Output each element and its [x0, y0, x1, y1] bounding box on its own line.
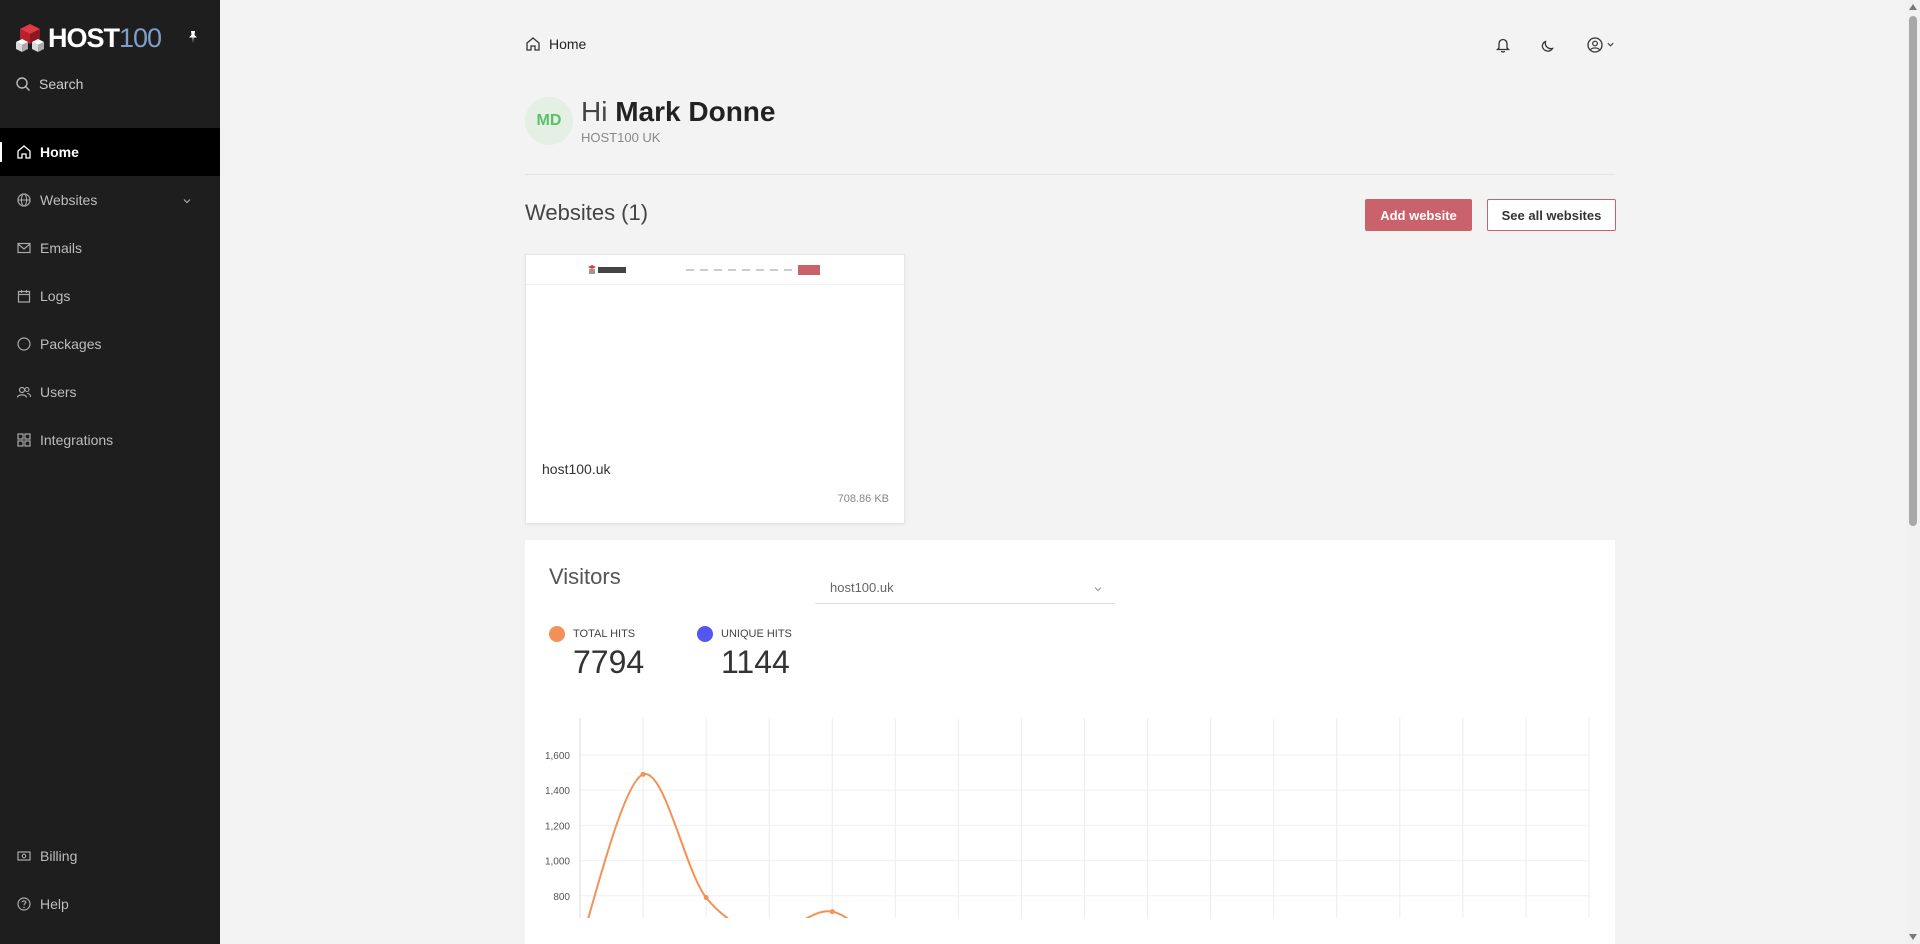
breadcrumb: Home	[525, 36, 586, 52]
unique-hits-label-row: UNIQUE HITS	[697, 626, 792, 642]
sidebar-item-logs[interactable]: Logs	[0, 272, 220, 320]
home-icon	[16, 144, 32, 160]
unique-hits-stat: UNIQUE HITS 1144	[697, 626, 792, 681]
calendar-icon	[16, 288, 32, 304]
sidebar-item-label: Websites	[40, 192, 98, 208]
scroll-thumb[interactable]	[1909, 16, 1917, 526]
chart-y-tick-label: 1,000	[545, 857, 570, 868]
help-icon	[16, 896, 32, 912]
sidebar-nav: Home Websites Emails Logs Packages Users…	[0, 128, 220, 464]
see-all-websites-button[interactable]: See all websites	[1487, 199, 1616, 231]
total-hits-dot[interactable]	[549, 626, 565, 642]
search-label: Search	[39, 76, 84, 92]
search-icon	[15, 76, 31, 92]
sidebar-item-emails[interactable]: Emails	[0, 224, 220, 272]
globe-icon	[16, 192, 32, 208]
visitors-chart: 1,6001,4001,2001,000800600	[545, 718, 1590, 918]
visitors-panel: Visitors host100.uk TOTAL HITS 7794 UNIQ…	[525, 540, 1615, 944]
sidebar-item-label: Billing	[40, 848, 78, 864]
sidebar: HOST100 Search Home Websites Emails Logs	[0, 0, 220, 944]
sidebar-item-websites[interactable]: Websites	[0, 176, 220, 224]
breadcrumb-home[interactable]: Home	[549, 36, 586, 52]
website-size: 708.86 KB	[837, 493, 889, 505]
sidebar-item-help[interactable]: Help	[0, 880, 220, 928]
user-menu[interactable]	[1586, 36, 1615, 54]
chart-point	[640, 771, 646, 777]
avatar[interactable]: MD	[525, 96, 573, 145]
sidebar-item-integrations[interactable]: Integrations	[0, 416, 220, 464]
chart-y-tick-label: 1,400	[545, 786, 570, 797]
total-hits-label-row: TOTAL HITS	[549, 626, 644, 642]
logo-cubes-icon[interactable]	[14, 22, 46, 54]
website-thumbnail	[526, 255, 904, 285]
total-hits-label: TOTAL HITS	[573, 628, 636, 640]
chart-point	[703, 895, 709, 901]
sidebar-bottom-nav: Billing Help	[0, 832, 220, 928]
sidebar-item-label: Help	[40, 896, 69, 912]
sidebar-item-label: Emails	[40, 240, 83, 256]
unique-hits-value: 1144	[721, 644, 790, 680]
billing-icon	[16, 848, 32, 864]
topbar: Home	[525, 36, 1615, 60]
sidebar-item-users[interactable]: Users	[0, 368, 220, 416]
website-card[interactable]: host100.uk 708.86 KB	[525, 254, 905, 524]
chevron-down-icon[interactable]	[182, 193, 192, 209]
greeting-text: Hi Mark Donne HOST100 UK	[581, 96, 775, 145]
pin-icon[interactable]	[186, 30, 200, 47]
bell-icon[interactable]	[1494, 36, 1512, 54]
chart-y-tick-label: 800	[553, 892, 570, 903]
total-hits-value: 7794	[573, 644, 645, 680]
add-website-button[interactable]: Add website	[1365, 199, 1472, 231]
company-name: HOST100 UK	[581, 130, 661, 145]
thumbnail-logo	[588, 265, 628, 277]
visitors-title: Visitors	[549, 564, 621, 589]
greeting-line: Hi Mark Donne	[581, 96, 775, 128]
home-icon[interactable]	[525, 36, 541, 52]
sidebar-item-label: Integrations	[40, 432, 114, 448]
thumbnail-nav	[686, 269, 816, 271]
sidebar-item-label: Users	[40, 384, 77, 400]
user-name: Mark Donne	[615, 96, 776, 127]
unique-hits-label: UNIQUE HITS	[721, 628, 792, 640]
sidebar-item-packages[interactable]: Packages	[0, 320, 220, 368]
total-hits-stat: TOTAL HITS 7794	[549, 626, 644, 681]
chart-y-tick-label: 1,200	[545, 821, 570, 832]
sidebar-search[interactable]: Search	[15, 76, 83, 92]
website-name[interactable]: host100.uk	[542, 461, 611, 477]
scroll-down-arrow[interactable]	[1909, 934, 1917, 940]
user-circle-icon	[1586, 36, 1604, 54]
circle-icon	[16, 336, 32, 352]
scrollbar[interactable]	[1906, 0, 1920, 944]
sidebar-item-label: Logs	[40, 288, 71, 304]
thumbnail-button	[798, 265, 820, 275]
websites-title: Websites (1)	[525, 200, 649, 225]
chevron-down-icon	[1093, 582, 1103, 597]
mail-icon	[16, 240, 32, 256]
chart-y-tick-label: 1,600	[545, 751, 570, 762]
scroll-up-arrow[interactable]	[1909, 4, 1917, 10]
chart-point	[829, 909, 835, 915]
grid-icon	[16, 432, 32, 448]
site-select[interactable]: host100.uk	[815, 568, 1115, 604]
sidebar-item-label: Packages	[40, 336, 102, 352]
chevron-down-icon	[1606, 36, 1615, 54]
top-icons	[1494, 36, 1615, 54]
unique-hits-dot[interactable]	[697, 626, 713, 642]
logo-text: HOST100	[48, 22, 162, 53]
logo-row: HOST100	[14, 22, 200, 54]
sidebar-item-label: Home	[40, 144, 79, 160]
greeting: MD Hi Mark Donne HOST100 UK	[525, 96, 775, 145]
divider	[525, 174, 1615, 175]
users-icon	[16, 384, 32, 400]
sidebar-item-home[interactable]: Home	[0, 128, 220, 176]
moon-icon[interactable]	[1540, 36, 1558, 54]
site-select-value: host100.uk	[830, 580, 894, 595]
greeting-hi: Hi	[581, 96, 608, 127]
sidebar-item-billing[interactable]: Billing	[0, 832, 220, 880]
